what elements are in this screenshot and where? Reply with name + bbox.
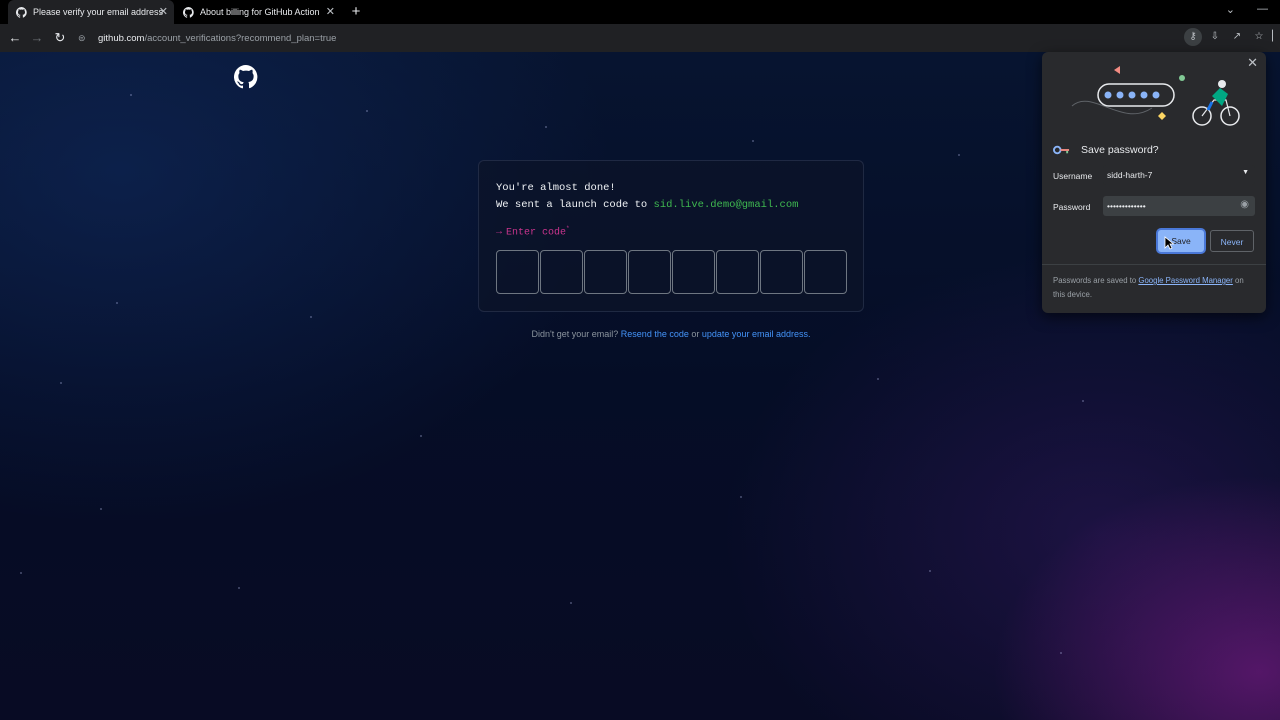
google-key-icon — [1053, 145, 1070, 155]
star-dot — [238, 587, 240, 589]
prompt-arrow-icon: → — [496, 227, 503, 239]
install-app-icon[interactable]: ⇩ — [1206, 28, 1224, 46]
code-digit-input-8[interactable] — [804, 250, 847, 294]
password-label: Password — [1053, 202, 1091, 212]
resend-help-text: Didn't get your email? Resend the code o… — [0, 329, 1280, 339]
star-dot — [929, 570, 931, 572]
star-dot — [100, 508, 102, 510]
side-panel-icon[interactable]: ▏ — [1272, 28, 1280, 46]
url-path: /account_verifications?recommend_plan=tr… — [144, 32, 337, 44]
google-password-manager-link[interactable]: Google Password Manager — [1138, 276, 1232, 285]
url-host: github.com — [98, 32, 145, 44]
resend-code-link[interactable]: Resend the code — [621, 329, 689, 339]
bookmark-star-icon[interactable]: ☆ — [1250, 28, 1268, 46]
star-dot — [570, 602, 572, 604]
verification-card: You're almost done! We sent a launch cod… — [478, 160, 864, 312]
launch-code-text: We sent a launch code to sid.live.demo@g… — [496, 199, 798, 211]
star-dot — [545, 126, 547, 128]
star-dot — [310, 316, 312, 318]
window-controls: ⌄ — — [1226, 3, 1268, 16]
code-digit-input-4[interactable] — [628, 250, 671, 294]
tab-title: About billing for GitHub Actions — [200, 7, 320, 17]
star-dot — [420, 435, 422, 437]
resend-prefix: Didn't get your email? — [531, 329, 619, 339]
github-logo-icon[interactable] — [234, 65, 258, 89]
code-digit-input-5[interactable] — [672, 250, 715, 294]
browser-toolbar: ← → ↻ ⊜ github.com/account_verifications… — [0, 24, 1280, 52]
username-label: Username — [1053, 171, 1093, 181]
close-tab-icon[interactable]: ✕ — [159, 5, 168, 19]
star-dot — [20, 572, 22, 574]
code-digit-input-3[interactable] — [584, 250, 627, 294]
close-tab-icon[interactable]: ✕ — [326, 5, 335, 19]
star-dot — [740, 496, 742, 498]
site-info-icon[interactable]: ⊜ — [78, 33, 90, 44]
dialog-title: Save password? — [1081, 144, 1159, 156]
password-field[interactable]: ••••••••••••• ◉ — [1103, 196, 1255, 216]
share-icon[interactable]: ↗ — [1228, 28, 1246, 46]
github-favicon-icon — [16, 6, 27, 18]
enter-code-label: Enter code — [506, 227, 567, 239]
divider — [1042, 264, 1266, 265]
tab-search-chevron-icon[interactable]: ⌄ — [1226, 3, 1235, 16]
star-dot — [366, 110, 368, 112]
save-password-heading: Save password? — [1053, 144, 1159, 156]
show-password-eye-icon[interactable]: ◉ — [1240, 199, 1249, 210]
code-digit-input-7[interactable] — [760, 250, 803, 294]
back-arrow-icon[interactable]: ← — [5, 28, 25, 48]
tab-strip: Please verify your email address ✕ About… — [0, 0, 1280, 24]
star-dot — [877, 378, 879, 380]
code-digit-input-1[interactable] — [496, 250, 539, 294]
forward-arrow-icon[interactable]: → — [27, 28, 47, 48]
resend-or-text: or — [691, 329, 700, 339]
launch-code-prefix: We sent a launch code to — [496, 199, 654, 211]
tab-title: Please verify your email address — [33, 7, 164, 17]
update-email-link[interactable]: update your email address. — [702, 329, 811, 339]
username-value: sidd-harth-7 — [1107, 170, 1153, 180]
email-address: sid.live.demo@gmail.com — [653, 199, 799, 211]
username-select[interactable]: sidd-harth-7 ▼ — [1103, 165, 1255, 185]
tab-verify-email[interactable]: Please verify your email address ✕ — [8, 0, 174, 24]
password-illustration-icon — [1071, 66, 1240, 126]
minimize-icon[interactable]: — — [1257, 3, 1268, 16]
code-digit-input-6[interactable] — [716, 250, 759, 294]
password-manager-footer: Passwords are saved to Google Password M… — [1053, 274, 1257, 302]
address-bar[interactable]: ⊜ github.com/account_verifications?recom… — [78, 27, 1238, 49]
never-button[interactable]: Never — [1210, 230, 1254, 252]
new-tab-icon[interactable]: + — [348, 3, 364, 21]
required-marker: * — [566, 225, 570, 232]
star-dot — [1082, 400, 1084, 402]
password-key-icon[interactable]: ⚷ — [1184, 28, 1202, 46]
star-dot — [958, 154, 960, 156]
footer-prefix: Passwords are saved to — [1053, 276, 1139, 285]
star-dot — [116, 302, 118, 304]
almost-done-text: You're almost done! — [496, 182, 616, 194]
chevron-down-icon: ▼ — [1242, 169, 1249, 176]
save-password-dialog: ✕ Save password? Username sidd-harth-7 ▼… — [1042, 52, 1266, 313]
reload-icon[interactable]: ↻ — [50, 28, 70, 48]
github-favicon-icon — [183, 6, 194, 18]
tab-billing-actions[interactable]: About billing for GitHub Actions ✕ — [175, 0, 341, 24]
code-digit-input-2[interactable] — [540, 250, 583, 294]
star-dot — [752, 140, 754, 142]
enter-code-prompt: → Enter code* — [496, 225, 570, 238]
toolbar-actions: ⚷ ⇩ ↗ ☆ ▏ — [1184, 28, 1280, 46]
star-dot — [130, 94, 132, 96]
star-dot — [1060, 652, 1062, 654]
star-dot — [60, 382, 62, 384]
password-value: ••••••••••••• — [1107, 201, 1146, 211]
mouse-pointer-icon — [1164, 236, 1174, 250]
